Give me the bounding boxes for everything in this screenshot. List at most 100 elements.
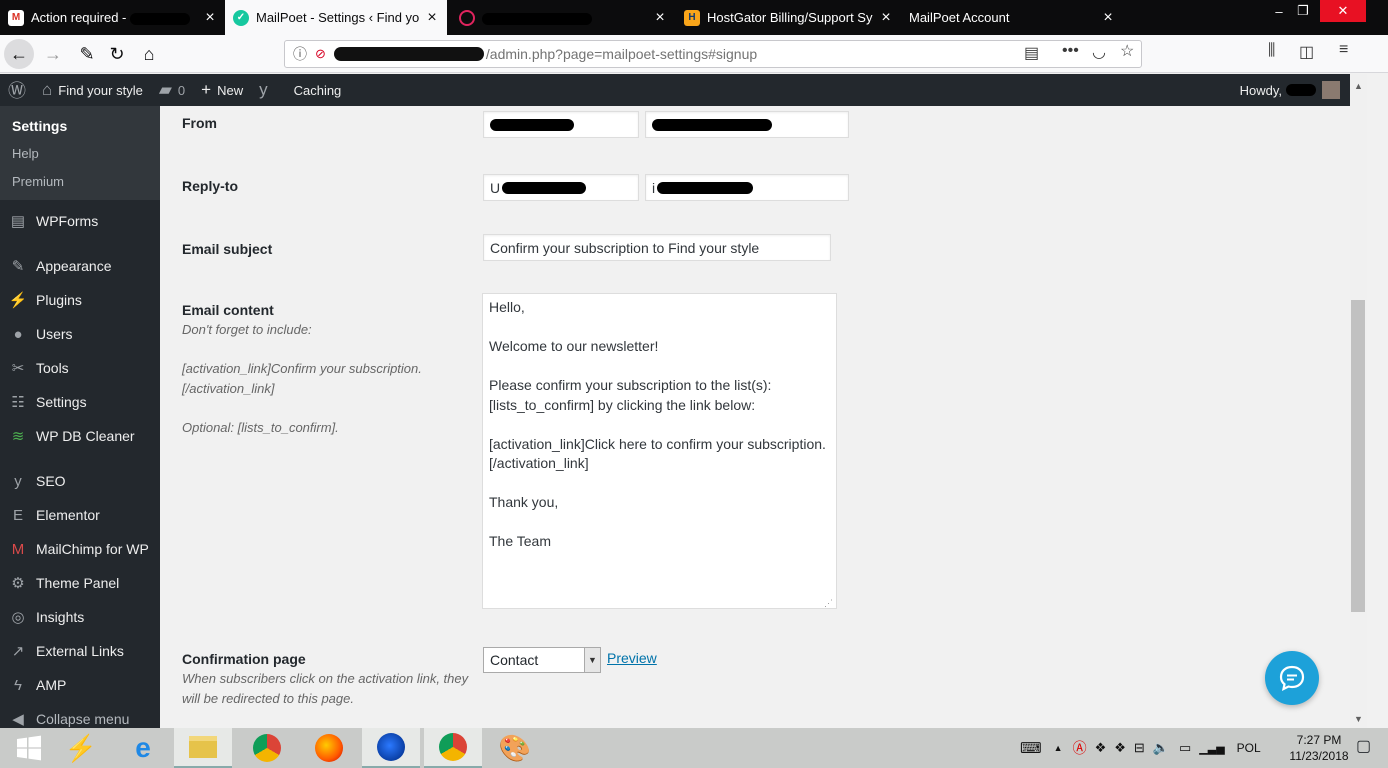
from-label: From (182, 115, 217, 131)
tray-expand-icon[interactable]: ▲ (1054, 743, 1063, 753)
paint-icon[interactable]: 🎨 (486, 728, 544, 768)
winamp-icon[interactable]: ⚡ (52, 728, 110, 768)
email-subject-label: Email subject (182, 241, 273, 257)
language-indicator[interactable]: POL (1237, 741, 1261, 755)
dropbox-icon[interactable]: ❖ (1095, 740, 1107, 756)
email-content-textarea[interactable]: Hello, Welcome to our newsletter! Please… (482, 293, 837, 609)
sidebar-item-seo[interactable]: y SEO (0, 464, 160, 498)
sidebar-item-theme-panel[interactable]: ⚙ Theme Panel (0, 566, 160, 600)
page-actions-icon[interactable]: ••• (1062, 42, 1079, 60)
url-bar[interactable]: ⓘ ⊘ /admin.php?page=mailpoet-settings#si… (284, 40, 1142, 68)
sidebar-item-external-links[interactable]: ↗ External Links (0, 634, 160, 668)
chrome-icon[interactable] (238, 728, 296, 768)
submenu-item-settings[interactable]: Settings (0, 112, 160, 140)
admin-bar-comments[interactable]: ▰ 0 (151, 74, 193, 106)
sidebar-item-users[interactable]: ● Users (0, 317, 160, 351)
gmail-icon: M (8, 9, 24, 26)
tab-close-icon[interactable]: × (203, 9, 217, 25)
tab-close-icon[interactable]: × (879, 9, 893, 25)
reader-view-icon[interactable]: ▤ (1024, 43, 1039, 63)
back-arrow-icon[interactable]: ← (4, 39, 34, 69)
admin-bar-site-name[interactable]: ⌂ Find your style (34, 74, 151, 106)
email-subject-input[interactable]: Confirm your subscription to Find your s… (483, 234, 831, 261)
sidebar-item-label: Users (36, 326, 73, 342)
usb-icon[interactable]: ⊟ (1134, 740, 1145, 756)
sidebar-item-wpforms[interactable]: ▤ WPForms (0, 204, 160, 238)
resize-handle-icon[interactable]: ⋰ (824, 598, 833, 609)
battery-icon[interactable]: ▭ (1179, 740, 1191, 756)
admin-bar-yoast[interactable]: y (251, 74, 282, 106)
sidebar-collapse-menu[interactable]: ◀ Collapse menu (0, 702, 160, 728)
wordpress-logo-icon[interactable]: Ⓦ (0, 74, 34, 106)
home-icon[interactable]: ⌂ (134, 39, 164, 69)
submenu-item-help[interactable]: Help (0, 140, 160, 168)
wpforms-icon: ▤ (10, 213, 26, 230)
internet-explorer-icon[interactable]: e (114, 728, 172, 768)
sidebar-item-elementor[interactable]: E Elementor (0, 498, 160, 532)
scroll-down-arrow-icon[interactable]: ▼ (1350, 710, 1367, 727)
file-explorer-icon[interactable] (174, 728, 232, 768)
avira-icon[interactable]: Ⓐ (1073, 738, 1087, 758)
admin-bar-my-account[interactable]: Howdy, (1232, 74, 1350, 106)
tab-close-icon[interactable]: × (1101, 9, 1115, 25)
reply-to-name-input[interactable]: U (483, 174, 639, 201)
notifications-icon[interactable]: ▢ (1356, 736, 1380, 760)
firefox-active-icon[interactable] (362, 728, 420, 768)
chrome-profile-icon[interactable] (424, 728, 482, 768)
keyboard-icon[interactable]: ⌨ (1020, 739, 1042, 757)
from-email-input[interactable] (645, 111, 849, 138)
sidebar-item-plugins[interactable]: ⚡ Plugins (0, 283, 160, 317)
submenu-item-premium[interactable]: Premium (0, 168, 160, 196)
sidebar-toggle-icon[interactable]: ◫ (1299, 42, 1314, 62)
from-name-input[interactable] (483, 111, 639, 138)
volume-icon[interactable]: 🔈 (1153, 740, 1169, 756)
pocket-icon[interactable]: ◡ (1092, 42, 1106, 62)
info-icon[interactable]: ⓘ (293, 44, 307, 64)
sidebar-item-tools[interactable]: ✂ Tools (0, 351, 160, 385)
tab-title: Action required - (31, 10, 197, 25)
scrollbar-thumb[interactable] (1351, 300, 1365, 612)
admin-bar-caching[interactable]: Caching (282, 74, 350, 106)
sidebar-item-wp-db-cleaner[interactable]: ≋ WP DB Cleaner (0, 419, 160, 453)
tab-close-icon[interactable]: × (425, 9, 439, 25)
window-close-button[interactable]: ✕ (1320, 0, 1366, 22)
sidebar-item-mailchimp[interactable]: M MailChimp for WP (0, 532, 160, 566)
tab-title: HostGator Billing/Support Syste (707, 10, 873, 25)
reload-icon[interactable]: ↻ (102, 39, 132, 69)
page-scrollbar[interactable]: ▲ ▼ (1350, 74, 1367, 728)
confirmation-page-select[interactable]: Contact ▼ (483, 647, 601, 673)
settings-sliders-icon: ☷ (11, 394, 25, 411)
tab-hostgator[interactable]: H HostGator Billing/Support Syste × (676, 0, 901, 35)
redacted-value (502, 181, 587, 194)
dropbox-sync-icon[interactable]: ❖ (1114, 740, 1126, 756)
network-signal-icon[interactable]: ▁▃▅ (1199, 742, 1224, 755)
library-icon[interactable]: ⫼ (1268, 42, 1275, 60)
sidebar-item-insights[interactable]: ◎ Insights (0, 600, 160, 634)
users-icon: ● (13, 325, 23, 343)
selected-page: Contact (490, 652, 539, 668)
email-content-hint-line-3: Optional: [lists_to_confirm]. (182, 419, 339, 435)
taskbar-clock[interactable]: 7:27 PM 11/23/2018 (1288, 732, 1350, 764)
yoast-icon: y (259, 80, 268, 99)
preview-link[interactable]: Preview (607, 650, 657, 666)
bookmark-star-icon[interactable]: ☆ (1120, 41, 1134, 61)
admin-bar-new[interactable]: + New (193, 74, 251, 106)
sidebar-item-amp[interactable]: ϟ AMP (0, 668, 160, 702)
tab-close-icon[interactable]: × (653, 9, 667, 25)
hamburger-menu-icon[interactable]: ≡ (1339, 41, 1348, 59)
wrench-icon[interactable]: ✎ (72, 39, 102, 69)
sidebar-item-settings[interactable]: ☷ Settings (0, 385, 160, 419)
comment-bubble-icon: ▰ (158, 80, 172, 99)
chat-widget-button[interactable] (1265, 651, 1319, 705)
windows-start-button[interactable] (0, 728, 58, 768)
reply-to-email-input[interactable]: i (645, 174, 849, 201)
tab-gmail[interactable]: M Action required - × (0, 0, 225, 35)
tab-redacted[interactable]: × (451, 0, 675, 35)
scroll-up-arrow-icon[interactable]: ▲ (1350, 77, 1367, 94)
forward-arrow-icon[interactable]: → (38, 39, 68, 69)
sidebar-item-appearance[interactable]: ✎ Appearance (0, 249, 160, 283)
tab-mailpoet-account[interactable]: MailPoet Account × (901, 0, 1123, 35)
tab-mailpoet-settings[interactable]: ✓ MailPoet - Settings ‹ Find your × (225, 0, 447, 35)
firefox-icon[interactable] (300, 728, 358, 768)
sidebar-menu: ▤ WPForms ✎ Appearance ⚡ Plugins ● Users ✂ To… (0, 200, 160, 728)
